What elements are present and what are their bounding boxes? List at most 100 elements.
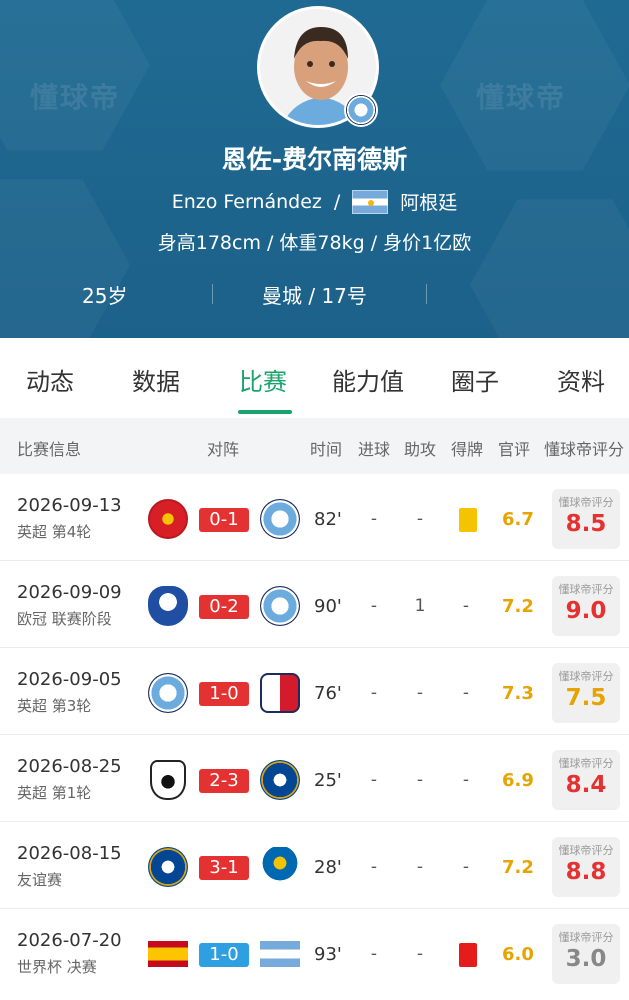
match-competition: 英超 第1轮 bbox=[17, 784, 92, 802]
match-row[interactable]: 2026-07-20 世界杯 决赛 1-0 93' - - 6.0 懂球帝评分 … bbox=[0, 910, 629, 1000]
match-score: 0-2 bbox=[199, 595, 249, 619]
match-score: 2-3 bbox=[199, 769, 249, 793]
header-cards: 得牌 bbox=[451, 440, 484, 459]
header-match-info: 比赛信息 bbox=[17, 440, 82, 459]
tab-data[interactable]: 数据 bbox=[132, 362, 180, 397]
header-goals: 进球 bbox=[358, 440, 391, 459]
porto-crest-icon bbox=[148, 586, 188, 626]
dq-rating-box[interactable]: 懂球帝评分 7.5 bbox=[552, 663, 620, 723]
dq-rating-box[interactable]: 懂球帝评分 3.0 bbox=[552, 924, 620, 984]
match-goals: - bbox=[370, 944, 378, 964]
dq-rating-value: 8.8 bbox=[565, 859, 607, 885]
match-minutes: 90' bbox=[314, 596, 342, 617]
official-rating: 7.2 bbox=[502, 857, 534, 878]
match-cards: - bbox=[462, 770, 470, 790]
header-dq-rating: 懂球帝评分 bbox=[544, 440, 625, 459]
match-competition: 世界杯 决赛 bbox=[17, 958, 97, 976]
player-name-en: Enzo Fernández bbox=[171, 190, 322, 213]
dq-rating-label: 懂球帝评分 bbox=[558, 583, 614, 596]
argentina-flag-icon bbox=[260, 941, 300, 967]
match-competition: 友谊赛 bbox=[17, 871, 63, 889]
match-goals: - bbox=[370, 509, 378, 529]
match-score: 3-1 bbox=[199, 856, 249, 880]
player-nationality[interactable]: 阿根廷 bbox=[400, 188, 457, 215]
header-official-rating: 官评 bbox=[498, 440, 531, 459]
player-subtitle: Enzo Fernández / 阿根廷 bbox=[0, 188, 629, 215]
official-rating: 6.7 bbox=[502, 509, 534, 530]
official-rating: 7.3 bbox=[502, 683, 534, 704]
tab-feed[interactable]: 动态 bbox=[26, 362, 74, 397]
dq-rating-value: 7.5 bbox=[565, 685, 607, 711]
yellow-card-icon bbox=[459, 508, 477, 532]
official-rating: 6.9 bbox=[502, 770, 534, 791]
match-minutes: 82' bbox=[314, 509, 342, 530]
header-assists: 助攻 bbox=[404, 440, 437, 459]
match-cards: - bbox=[462, 683, 470, 703]
table-header: 比赛信息 对阵 时间 进球 助攻 得牌 官评 懂球帝评分 bbox=[0, 418, 629, 474]
dq-rating-label: 懂球帝评分 bbox=[558, 496, 614, 509]
match-minutes: 76' bbox=[314, 683, 342, 704]
match-row[interactable]: 2026-09-13 英超 第4轮 0-1 82' - - 6.7 懂球帝评分 … bbox=[0, 475, 629, 561]
match-date: 2026-08-15 bbox=[17, 843, 122, 864]
tab-matches[interactable]: 比赛 bbox=[239, 362, 287, 397]
match-minutes: 93' bbox=[314, 944, 342, 965]
match-row[interactable]: 2026-08-15 友谊赛 3-1 28' - - - 7.2 懂球帝评分 8… bbox=[0, 823, 629, 909]
tab-profile[interactable]: 资料 bbox=[557, 362, 605, 397]
official-rating: 7.2 bbox=[502, 596, 534, 617]
match-row[interactable]: 2026-09-09 欧冠 联赛阶段 0-2 90' - 1 - 7.2 懂球帝… bbox=[0, 562, 629, 648]
player-header: 懂球帝 懂球帝 恩佐-费尔南德斯 Enzo Fernández / 阿根廷 身高… bbox=[0, 0, 629, 338]
player-info-row: 25岁 曼城 / 17号 bbox=[0, 274, 629, 314]
match-competition: 英超 第3轮 bbox=[17, 697, 92, 715]
player-name-cn: 恩佐-费尔南德斯 bbox=[221, 145, 408, 174]
divider bbox=[212, 284, 213, 304]
player-club-number[interactable]: 曼城 / 17号 bbox=[262, 280, 367, 309]
official-rating: 6.0 bbox=[502, 944, 534, 965]
separator: / bbox=[333, 190, 341, 213]
player-age: 25岁 bbox=[82, 284, 128, 308]
dq-rating-box[interactable]: 懂球帝评分 9.0 bbox=[552, 576, 620, 636]
match-date: 2026-07-20 bbox=[17, 930, 122, 951]
manchester-united-crest-icon bbox=[148, 499, 188, 539]
match-row[interactable]: 2026-08-25 英超 第1轮 2-3 25' - - - 6.9 懂球帝评… bbox=[0, 736, 629, 822]
match-minutes: 28' bbox=[314, 857, 342, 878]
argentina-flag-icon bbox=[352, 189, 389, 214]
match-row[interactable]: 2026-09-05 英超 第3轮 1-0 76' - - - 7.3 懂球帝评… bbox=[0, 649, 629, 735]
match-score: 1-0 bbox=[199, 682, 249, 706]
club-badge-icon bbox=[344, 93, 378, 127]
match-goals: - bbox=[370, 683, 378, 703]
dq-rating-value: 8.4 bbox=[565, 772, 607, 798]
match-assists: - bbox=[416, 770, 424, 790]
spain-flag-icon bbox=[148, 941, 188, 967]
coventry-crest-icon bbox=[260, 673, 300, 713]
active-tab-indicator bbox=[238, 410, 292, 414]
dq-rating-box[interactable]: 懂球帝评分 8.5 bbox=[552, 489, 620, 549]
watermark-text: 懂球帝 bbox=[476, 81, 567, 114]
dq-rating-value: 8.5 bbox=[565, 511, 607, 537]
dq-rating-box[interactable]: 懂球帝评分 8.8 bbox=[552, 837, 620, 897]
tab-ability[interactable]: 能力值 bbox=[332, 362, 404, 397]
red-card-icon bbox=[459, 943, 477, 967]
match-assists: - bbox=[416, 944, 424, 964]
player-physical: 身高178cm / 体重78kg / 身价1亿欧 bbox=[157, 232, 472, 254]
match-date: 2026-08-25 bbox=[17, 756, 122, 777]
manchester-city-crest-icon bbox=[260, 586, 300, 626]
match-competition: 欧冠 联赛阶段 bbox=[17, 610, 112, 628]
divider bbox=[426, 284, 427, 304]
tab-circle[interactable]: 圈子 bbox=[451, 362, 499, 397]
dq-rating-box[interactable]: 懂球帝评分 8.4 bbox=[552, 750, 620, 810]
match-minutes: 25' bbox=[314, 770, 342, 791]
match-score: 0-1 bbox=[199, 508, 249, 532]
match-date: 2026-09-09 bbox=[17, 582, 122, 603]
manchester-city-crest-icon bbox=[148, 673, 188, 713]
match-goals: - bbox=[370, 596, 378, 616]
fulham-crest-icon bbox=[150, 760, 186, 800]
match-goals: - bbox=[370, 857, 378, 877]
dq-rating-value: 3.0 bbox=[565, 946, 607, 972]
dq-rating-label: 懂球帝评分 bbox=[558, 670, 614, 683]
watermark-text: 懂球帝 bbox=[30, 81, 121, 114]
match-competition: 英超 第4轮 bbox=[17, 523, 92, 541]
match-date: 2026-09-05 bbox=[17, 669, 122, 690]
match-goals: - bbox=[370, 770, 378, 790]
match-assists: - bbox=[416, 683, 424, 703]
manchester-city-crest-icon bbox=[260, 499, 300, 539]
